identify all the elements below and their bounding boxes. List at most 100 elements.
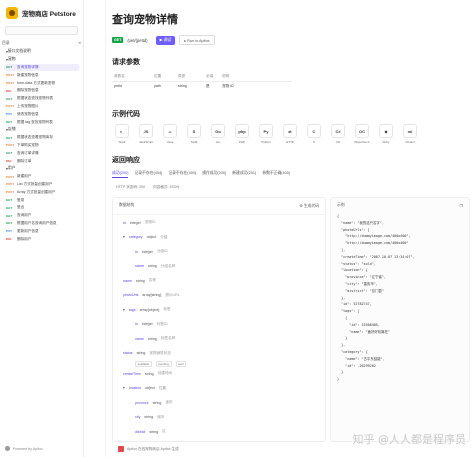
language-tab[interactable]: Py Python (256, 124, 276, 144)
language-tab[interactable]: JS JavaScript (136, 124, 156, 144)
expand-icon[interactable]: ▾ (123, 386, 125, 390)
sidebar-item[interactable]: GET 根据状态查找宠物列表 (4, 95, 79, 103)
response-tab[interactable]: 记录不存在(400) (168, 171, 196, 178)
expand-icon[interactable]: ▾ (123, 235, 125, 239)
response-tab[interactable]: 参数不正确(400) (262, 171, 290, 178)
schema-field[interactable]: name string 分组名称 (135, 264, 175, 269)
schema-field[interactable]: id integer 标签ID (135, 322, 168, 327)
schema-field[interactable]: city string 城市 (135, 415, 164, 420)
sidebar: 宠物商店 Petstore 目录 ≡ ▾ 接口文档说明 ▾ 宠物 GET 查询宠物详情… (0, 0, 84, 457)
expand-icon[interactable]: ▾ (123, 308, 125, 312)
sidebar-item[interactable]: DEL 删除宠物信息 (4, 87, 79, 95)
endpoint-path: /pet/{petId} (127, 37, 148, 43)
sidebar-item-label: List 方式批量创建用户 (17, 181, 53, 186)
field-type: integer (141, 249, 153, 254)
powered-by[interactable]: Powered by Apifox (5, 446, 43, 451)
sidebar-item[interactable]: GET 查询宠物详情 (4, 63, 79, 72)
response-tab[interactable]: 成功(200) (112, 171, 129, 178)
copy-icon[interactable]: ❐ (460, 203, 463, 208)
language-tab[interactable]: >_ Shell (112, 124, 132, 144)
schema-field[interactable]: ▾ tags array[object] 标签 (123, 307, 171, 312)
schema-field[interactable]: ▾ location object 位置 (123, 386, 166, 391)
search-input[interactable] (5, 26, 78, 35)
sidebar-item[interactable]: ▾ 用户 (4, 165, 79, 173)
language-tab[interactable]: ◆ Ruby (376, 124, 396, 144)
sidebar-item[interactable]: PUT 更新用户信息 (4, 227, 79, 235)
content-type: 内容格式: JSON (153, 185, 180, 189)
sidebar-item[interactable]: GET 查询订单详情 (4, 149, 79, 157)
generate-code-label: 生成代码 (303, 204, 319, 208)
sidebar-item[interactable]: ▾ 接口文档说明 (4, 48, 79, 56)
sidebar-item[interactable]: GET 登录 (4, 196, 79, 204)
field-desc: 省份 (165, 400, 173, 404)
collapse-icon[interactable]: ≡ (79, 41, 81, 46)
language-tab[interactable]: S Swift (184, 124, 204, 144)
field-name: category (128, 235, 143, 239)
language-tab[interactable]: ⇄ HTTP (280, 124, 300, 144)
sidebar-item[interactable]: GET 根据 tag 查找宠物列表 (4, 118, 79, 126)
schema-field[interactable]: id integer 分组ID (135, 249, 168, 254)
code-line: "district": "巨门县" (337, 288, 384, 293)
sidebar-item[interactable]: GET 根据用户名查询用户信息 (4, 220, 79, 228)
schema-field[interactable]: ▾ category object 分组 (123, 235, 167, 240)
sidebar-item[interactable]: POST form-data 方式更新宠物 (4, 79, 79, 87)
brand[interactable]: 宠物商店 Petstore (0, 0, 83, 20)
schema-field[interactable]: photoUrls array[string] 照片URL (123, 293, 180, 298)
sidebar-item-label: 删除宠物信息 (17, 88, 39, 93)
sidebar-item[interactable]: POST 新建宠物信息 (4, 71, 79, 79)
sidebar-item[interactable]: DEL 删除订单 (4, 157, 79, 165)
sidebar-item[interactable]: PUT 修改宠物信息 (4, 110, 79, 118)
language-tab[interactable]: C# C# (328, 124, 348, 144)
sidebar-item[interactable]: DEL 删除用户 (4, 235, 79, 243)
field-type: string (136, 278, 145, 283)
apifox-footer-icon (118, 446, 124, 452)
method-badge: GET (6, 198, 13, 203)
javascript-icon: JS (139, 124, 153, 138)
params-cell: string (178, 84, 187, 88)
sidebar-item[interactable]: GET 查询用户 (4, 212, 79, 220)
field-desc: 宠物销售状态 (149, 350, 171, 355)
language-tab[interactable]: ☕ Java (160, 124, 180, 144)
schema-field[interactable]: createTime string 创建时间 (123, 371, 172, 376)
sidebar-item-label: 查询用户 (17, 213, 32, 218)
schema-field[interactable]: status string 宠物销售状态 (123, 351, 171, 356)
response-tab[interactable]: 操作成功(200) (202, 171, 226, 178)
response-tab[interactable]: 新建成功(201) (232, 171, 256, 178)
schema-field[interactable]: id integer 宠物ID (123, 220, 156, 225)
try-button[interactable]: ▶ 调试 (155, 35, 176, 45)
schema-field[interactable]: province string 省份 (135, 400, 173, 405)
sidebar-item[interactable]: GET 根据状态查看宠物库存 (4, 134, 79, 142)
run-in-apifox-button[interactable]: ▸ Run in Apifox (179, 35, 215, 45)
code-line: "createTime": "2007-10-07 13:34:07", (337, 254, 415, 259)
language-tab[interactable]: php PHP (232, 124, 252, 144)
method-badge: POST (6, 182, 15, 187)
sidebar-item[interactable]: GET 登出 (4, 204, 79, 212)
field-name: id (135, 322, 138, 326)
sidebar-item[interactable]: POST 新建用户 (4, 173, 79, 181)
sidebar-item[interactable]: ▾ 店铺 (4, 126, 79, 134)
sidebar-item[interactable]: POST 下单购买宠物 (4, 142, 79, 150)
code-line: "name": "古平东结能", (337, 356, 385, 361)
language-tab[interactable]: Go Go (208, 124, 228, 144)
field-name: location (128, 386, 142, 390)
generate-code-button[interactable]: ⚙ 生成代码 (299, 203, 319, 209)
schema-field[interactable]: name string 标签名称 (135, 336, 175, 341)
method-badge: POST (6, 143, 15, 148)
field-desc: 照片URL (165, 292, 180, 297)
sidebar-item-label: 新建用户 (17, 174, 32, 179)
sidebar-item[interactable]: POST Array 方式批量创建用户 (4, 188, 79, 196)
sidebar-item[interactable]: ▾ 宠物 (4, 56, 79, 64)
schema-field[interactable]: district string 区 (135, 429, 166, 434)
field-desc: 分组 (160, 234, 168, 239)
sidebar-item[interactable]: POST List 方式批量创建用户 (4, 181, 79, 189)
language-tab[interactable]: OC Objective-C (352, 124, 372, 144)
field-type: string (149, 429, 159, 434)
response-tab[interactable]: 记录不存在(404) (134, 171, 162, 178)
field-name: name (123, 278, 132, 283)
sidebar-item-label: 查询订单详情 (17, 150, 39, 155)
language-tab[interactable]: ml OCaml (400, 124, 420, 144)
sidebar-item-label: 接口文档说明 (7, 49, 31, 54)
sidebar-item[interactable]: POST 上传宠物图片 (4, 103, 79, 111)
language-tab[interactable]: CC (304, 124, 324, 144)
schema-field[interactable]: name string 名称 (123, 278, 156, 283)
